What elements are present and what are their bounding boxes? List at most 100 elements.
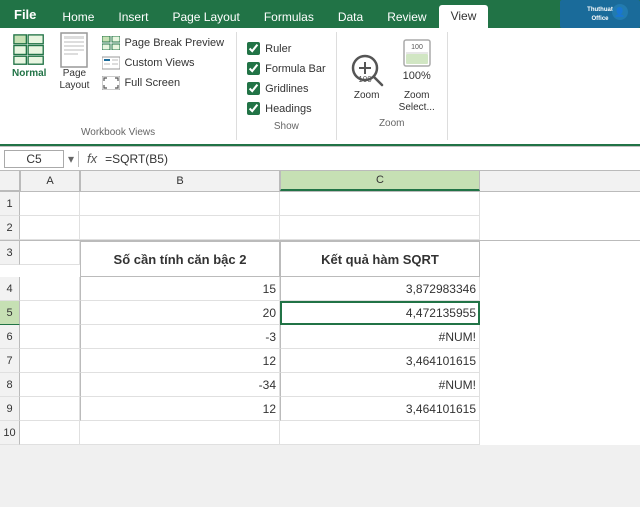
normal-view-label: Normal (12, 68, 46, 80)
col-header-c[interactable]: C (280, 171, 480, 191)
gridlines-label: Gridlines (265, 83, 308, 95)
cell-a7[interactable] (20, 349, 80, 373)
cell-a3[interactable] (20, 241, 80, 265)
cell-a6[interactable] (20, 325, 80, 349)
cell-c2[interactable] (280, 216, 480, 240)
formula-bar-checkbox[interactable] (247, 62, 260, 75)
cell-a9[interactable] (20, 397, 80, 421)
cell-b8[interactable]: -34 (80, 373, 280, 397)
row-num-7: 7 (0, 349, 20, 373)
page-break-label: Page Break Preview (124, 37, 224, 49)
cell-b2[interactable] (80, 216, 280, 240)
zoom-selection-button[interactable]: ZoomSelect... (395, 88, 439, 116)
table-row: 3 Số cần tính căn bậc 2 Kết quả hàm SQRT (0, 240, 640, 277)
zoom-percent-label: 100% (403, 70, 431, 82)
zoom-group-label: Zoom (345, 116, 439, 131)
zoom-100-button[interactable]: 100 100% (398, 36, 436, 84)
formula-bar: ▾ fx (0, 147, 640, 171)
cell-b3[interactable]: Số cần tính căn bậc 2 (80, 241, 280, 277)
normal-view-button[interactable]: Normal (8, 32, 50, 82)
custom-views-label: Custom Views (124, 57, 194, 69)
cell-a10[interactable] (20, 421, 80, 445)
cell-a5[interactable] (20, 301, 80, 325)
fx-label: fx (83, 151, 101, 166)
tab-review[interactable]: Review (375, 6, 438, 28)
cell-c10[interactable] (280, 421, 480, 445)
ruler-label: Ruler (265, 43, 291, 55)
full-screen-button[interactable]: Full Screen (98, 74, 228, 92)
table-row: 2 (0, 216, 640, 240)
cell-b5[interactable]: 20 (80, 301, 280, 325)
ruler-checkbox[interactable] (247, 42, 260, 55)
normal-view-icon (13, 34, 45, 66)
table-row: 8 -34 #NUM! (0, 373, 640, 397)
tab-file[interactable]: File (0, 0, 50, 28)
tab-page-layout[interactable]: Page Layout (160, 6, 251, 28)
cell-a1[interactable] (20, 192, 80, 216)
page-layout-icon (58, 34, 90, 66)
zoom-icon: 100 (349, 52, 385, 88)
page-break-icon (102, 36, 120, 50)
cell-b1[interactable] (80, 192, 280, 216)
zoom-selection-label: ZoomSelect... (399, 90, 435, 114)
logo-area: Thuthuat Office 👤 (560, 0, 640, 28)
workbook-views-content: Normal PageLayout (8, 32, 228, 125)
row-num-8: 8 (0, 373, 20, 397)
cell-b9[interactable]: 12 (80, 397, 280, 421)
ribbon: File Home Insert Page Layout Formulas Da… (0, 0, 640, 147)
cell-c6[interactable]: #NUM! (280, 325, 480, 349)
zoom-button[interactable]: 100 Zoom (345, 50, 389, 103)
cell-c7[interactable]: 3,464101615 (280, 349, 480, 373)
row-num-6: 6 (0, 325, 20, 349)
tab-home[interactable]: Home (50, 6, 106, 28)
cell-b4[interactable]: 15 (80, 277, 280, 301)
col-header-a[interactable]: A (20, 171, 80, 191)
cell-a8[interactable] (20, 373, 80, 397)
svg-text:👤: 👤 (614, 6, 625, 17)
full-screen-label: Full Screen (124, 77, 180, 89)
formula-bar-item: Formula Bar (247, 62, 326, 75)
page-break-preview-button[interactable]: Page Break Preview (98, 34, 228, 52)
headings-checkbox[interactable] (247, 102, 260, 115)
zoom-label: Zoom (354, 90, 380, 101)
tab-insert[interactable]: Insert (106, 6, 160, 28)
tab-view[interactable]: View (439, 5, 489, 28)
table-row: 9 12 3,464101615 (0, 397, 640, 421)
page-layout-button[interactable]: PageLayout (54, 32, 94, 94)
row-num-9: 9 (0, 397, 20, 421)
cell-a4[interactable] (20, 277, 80, 301)
tab-formulas[interactable]: Formulas (252, 6, 326, 28)
table-row: 6 -3 #NUM! (0, 325, 640, 349)
row-num-10: 10 (0, 421, 20, 445)
cell-reference-box[interactable] (4, 150, 64, 168)
show-group: Ruler Formula Bar Gridlines Headings Sho… (237, 32, 337, 140)
gridlines-checkbox[interactable] (247, 82, 260, 95)
row-num-2: 2 (0, 216, 20, 240)
cell-c1[interactable] (280, 192, 480, 216)
cell-b10[interactable] (80, 421, 280, 445)
cell-ref-dropdown[interactable]: ▾ (68, 152, 74, 166)
svg-text:Office: Office (591, 16, 609, 22)
cell-c9[interactable]: 3,464101615 (280, 397, 480, 421)
ruler-item: Ruler (247, 42, 326, 55)
custom-views-button[interactable]: Custom Views (98, 54, 228, 72)
cell-c4[interactable]: 3,872983346 (280, 277, 480, 301)
cell-c5[interactable]: 4,472135955 (280, 301, 480, 325)
cell-b6[interactable]: -3 (80, 325, 280, 349)
logo: Thuthuat Office 👤 (560, 0, 640, 28)
tab-data[interactable]: Data (326, 6, 375, 28)
svg-text:Thuthuat: Thuthuat (587, 7, 613, 13)
table-row: 10 (0, 421, 640, 445)
cell-c8[interactable]: #NUM! (280, 373, 480, 397)
formula-bar-separator (78, 151, 79, 167)
formula-input[interactable] (105, 152, 636, 166)
cell-b7[interactable]: 12 (80, 349, 280, 373)
ribbon-tabs: File Home Insert Page Layout Formulas Da… (0, 0, 640, 28)
row-num-1: 1 (0, 192, 20, 216)
cell-c3[interactable]: Kết quả hàm SQRT (280, 241, 480, 277)
col-header-b[interactable]: B (80, 171, 280, 191)
table-row: 1 (0, 192, 640, 216)
zoom-group: 100 Zoom 100 (337, 32, 448, 140)
small-view-buttons: Page Break Preview Custom (98, 32, 228, 92)
cell-a2[interactable] (20, 216, 80, 240)
